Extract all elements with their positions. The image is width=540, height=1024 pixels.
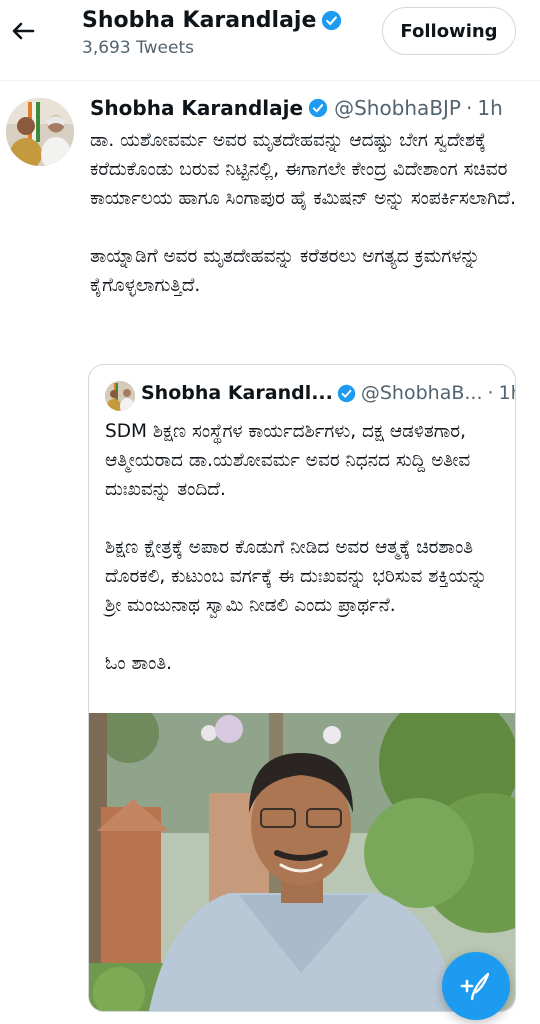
quoted-author-name: Shobha Karandl...	[141, 382, 333, 404]
following-button[interactable]: Following	[382, 7, 516, 55]
back-arrow-icon[interactable]	[6, 14, 40, 48]
quoted-author-handle: @ShobhaB...	[360, 382, 483, 404]
tweet-header: Shobha Karandlaje @ShobhaBJP · 1h	[90, 96, 503, 120]
author-avatar[interactable]	[6, 98, 74, 166]
profile-header: Shobha Karandlaje 3,693 Tweets Following	[0, 0, 540, 81]
quoted-tweet-body: SDM ಶಿಕ್ಷಣ ಸಂಸ್ಥೆಗಳ ಕಾರ್ಯದರ್ಶಿಗಳು, ದಕ್ಷ …	[105, 421, 488, 674]
tweet-author-handle[interactable]: @ShobhaBJP	[334, 96, 461, 120]
compose-tweet-button[interactable]	[442, 952, 510, 1020]
quoted-author-avatar	[105, 381, 135, 411]
verified-badge-icon	[308, 98, 328, 118]
quoted-tweet-header: Shobha Karandl... @ShobhaB... · 1h	[141, 382, 515, 404]
verified-badge-icon	[322, 10, 342, 31]
tweet-timestamp[interactable]: 1h	[477, 96, 502, 120]
header-title: Shobha Karandlaje	[82, 8, 342, 33]
separator-dot: ·	[466, 96, 473, 120]
quoted-tweet-timestamp: 1h	[498, 382, 515, 404]
compose-tweet-icon	[460, 972, 490, 1001]
tweet-body: ಡಾ. ಯಶೋವರ್ಮ ಅವರ ಮೃತದೇಹವನ್ನು ಆದಷ್ಟು ಬೇಗ ಸ…	[90, 130, 516, 296]
header-name-text: Shobha Karandlaje	[82, 8, 317, 33]
tweet-author-name[interactable]: Shobha Karandlaje	[90, 96, 303, 120]
tweet-count: 3,693 Tweets	[82, 38, 194, 58]
separator-dot: ·	[487, 382, 494, 404]
quoted-tweet-card[interactable]: Shobha Karandl... @ShobhaB... · 1h SDM ಶ…	[88, 364, 516, 1012]
verified-badge-icon	[337, 384, 356, 402]
